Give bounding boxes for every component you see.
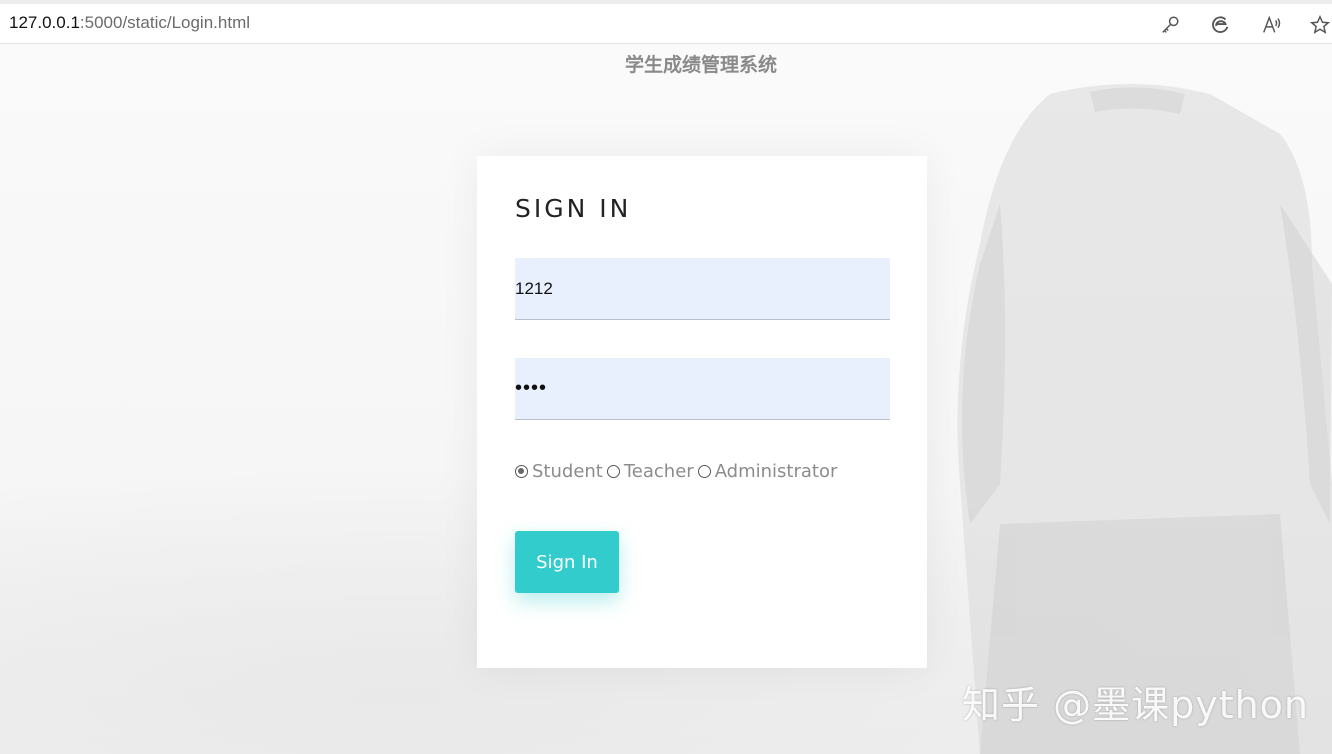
role-teacher-label: Teacher — [623, 461, 694, 482]
edge-collections-icon[interactable] — [1208, 13, 1232, 37]
login-page: 学生成绩管理系统 SIGN IN Student Teacher Adminis… — [0, 44, 1332, 754]
url-field[interactable]: 127.0.0.1:5000/static/Login.html — [9, 13, 250, 33]
sign-in-heading: SIGN IN — [515, 194, 632, 223]
browser-address-bar: 127.0.0.1:5000/static/Login.html — [0, 0, 1332, 44]
login-card: SIGN IN Student Teacher Administrator Si… — [477, 156, 927, 668]
role-teacher-option[interactable]: Teacher — [606, 461, 694, 482]
watermark-text: 知乎 @墨课python — [962, 683, 1310, 727]
username-input[interactable] — [515, 258, 890, 320]
student-radio[interactable] — [515, 465, 528, 478]
site-title: 学生成绩管理系统 — [624, 54, 777, 76]
key-icon[interactable] — [1158, 13, 1182, 37]
role-administrator-option[interactable]: Administrator — [697, 461, 838, 482]
favorite-star-icon[interactable] — [1308, 13, 1332, 37]
role-radio-group: Student Teacher Administrator — [515, 461, 841, 482]
url-host: 127.0.0.1 — [9, 13, 80, 32]
teacher-radio[interactable] — [606, 465, 620, 478]
administrator-radio[interactable] — [697, 465, 711, 478]
password-input[interactable] — [515, 358, 890, 420]
role-student-option[interactable]: Student — [515, 461, 603, 482]
read-aloud-icon[interactable] — [1260, 13, 1284, 37]
role-student-label: Student — [532, 461, 603, 482]
background-athlete-image — [957, 84, 1332, 754]
url-path: :5000/static/Login.html — [79, 13, 251, 32]
sign-in-button[interactable]: Sign In — [515, 531, 619, 593]
role-administrator-label: Administrator — [714, 461, 838, 482]
